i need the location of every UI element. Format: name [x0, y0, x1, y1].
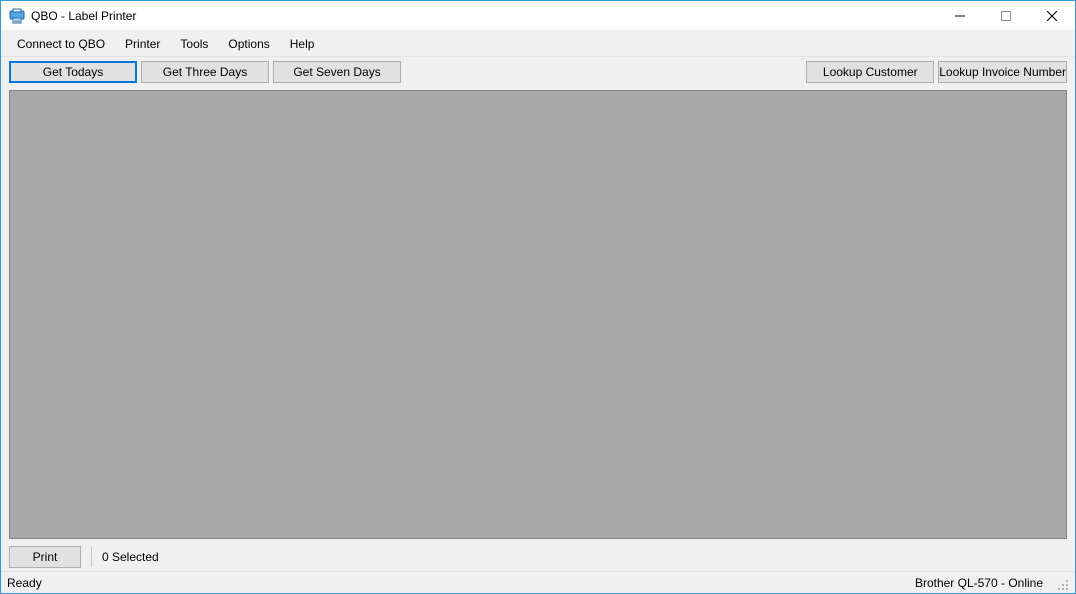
size-grip-icon[interactable] — [1053, 575, 1069, 591]
status-left: Ready — [7, 576, 915, 590]
separator — [91, 547, 92, 567]
get-three-days-button[interactable]: Get Three Days — [141, 61, 269, 83]
lookup-invoice-number-button[interactable]: Lookup Invoice Number — [938, 61, 1067, 83]
menu-options[interactable]: Options — [218, 33, 279, 55]
content-area — [1, 87, 1075, 543]
print-button[interactable]: Print — [9, 546, 81, 568]
data-grid[interactable] — [9, 90, 1067, 539]
bottom-bar: Print 0 Selected — [1, 543, 1075, 571]
get-seven-days-button[interactable]: Get Seven Days — [273, 61, 401, 83]
get-todays-button[interactable]: Get Todays — [9, 61, 137, 83]
menu-printer[interactable]: Printer — [115, 33, 170, 55]
menu-tools[interactable]: Tools — [170, 33, 218, 55]
selected-count-label: 0 Selected — [102, 550, 159, 564]
status-right: Brother QL-570 - Online — [915, 576, 1043, 590]
menu-connect-to-qbo[interactable]: Connect to QBO — [7, 33, 115, 55]
titlebar: QBO - Label Printer — [1, 1, 1075, 31]
statusbar: Ready Brother QL-570 - Online — [1, 571, 1075, 593]
toolbar: Get Todays Get Three Days Get Seven Days… — [1, 57, 1075, 87]
maximize-button[interactable] — [983, 1, 1029, 30]
lookup-customer-button[interactable]: Lookup Customer — [806, 61, 934, 83]
window-controls — [937, 1, 1075, 30]
menubar: Connect to QBO Printer Tools Options Hel… — [1, 31, 1075, 57]
minimize-button[interactable] — [937, 1, 983, 30]
close-button[interactable] — [1029, 1, 1075, 30]
app-icon — [9, 8, 25, 24]
menu-help[interactable]: Help — [280, 33, 325, 55]
window-title: QBO - Label Printer — [31, 9, 937, 23]
